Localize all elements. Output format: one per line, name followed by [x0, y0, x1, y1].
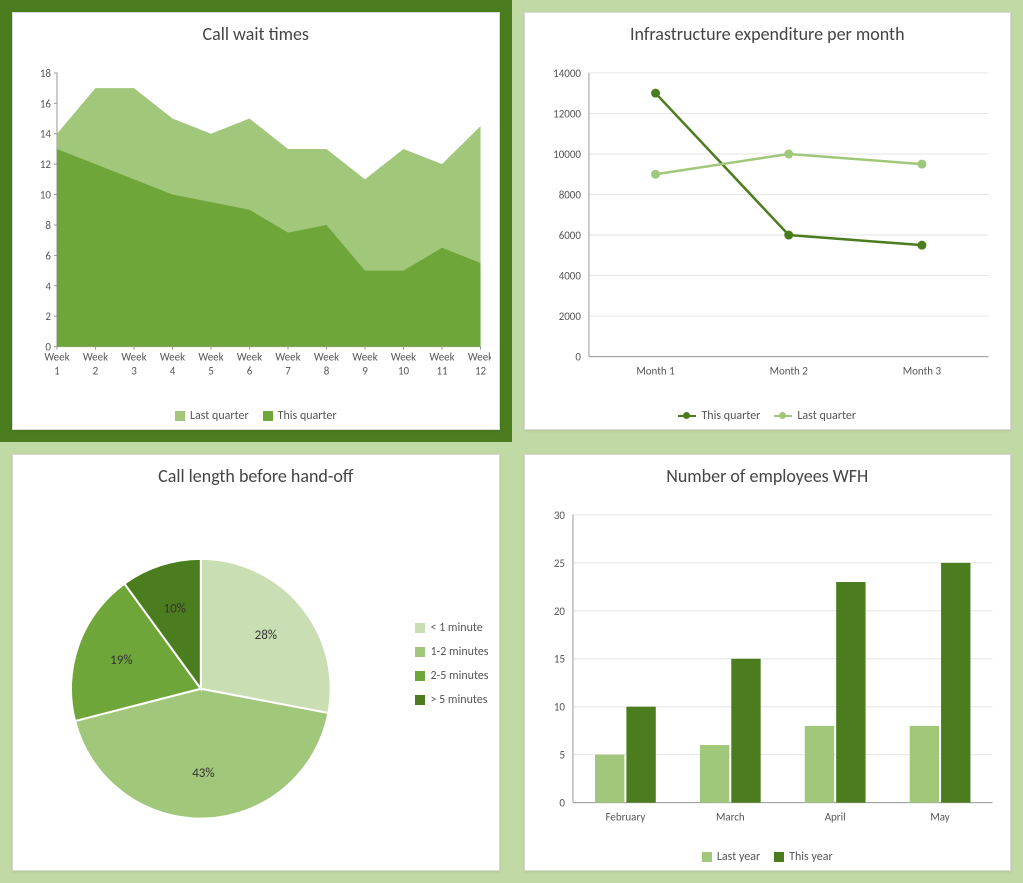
- bar-legend: Last year This year: [533, 846, 1003, 866]
- svg-text:14: 14: [40, 128, 52, 141]
- svg-text:6: 6: [45, 249, 51, 262]
- svg-text:2000: 2000: [558, 310, 581, 323]
- panel-inner: Call length before hand-off 28% 43% 19% 10%…: [12, 454, 500, 872]
- legend-item: Last quarter: [774, 409, 856, 423]
- svg-text:February: February: [605, 810, 645, 823]
- svg-text:4000: 4000: [558, 270, 581, 283]
- panel-wfh: Number of employees WFH 0 5 10 15 20 25 30 Febr…: [512, 442, 1023, 883]
- svg-text:12000: 12000: [553, 107, 581, 120]
- svg-text:Week: Week: [429, 351, 454, 364]
- svg-text:5: 5: [208, 365, 214, 378]
- chart-title: Number of employees WFH: [533, 465, 1003, 487]
- svg-text:Week: Week: [198, 351, 223, 364]
- svg-text:Week: Week: [352, 351, 377, 364]
- svg-text:3: 3: [131, 365, 137, 378]
- svg-text:Month 3: Month 3: [902, 365, 941, 378]
- svg-text:Week: Week: [275, 351, 300, 364]
- line-chart: 0 2000 4000 6000 8000 10000 12000 14000 Month 1 M…: [533, 49, 1003, 405]
- pie-chart: 28% 43% 19% 10% < 1 minute 1-2 minutes 2-5 min…: [21, 491, 491, 867]
- bar-chart: 0 5 10 15 20 25 30 February March April May: [533, 491, 1003, 847]
- svg-text:Week: Week: [83, 351, 108, 364]
- legend-item: This year: [774, 850, 833, 864]
- svg-text:16: 16: [40, 97, 52, 110]
- svg-text:43%: 43%: [192, 766, 214, 781]
- svg-text:12: 12: [475, 365, 487, 378]
- panel-call-wait: Call wait times 024681012141618Week1Week…: [0, 0, 512, 442]
- svg-text:25: 25: [553, 556, 564, 569]
- legend-item: < 1 minute: [415, 621, 488, 635]
- svg-text:18: 18: [40, 67, 52, 80]
- svg-text:2: 2: [45, 310, 51, 323]
- svg-text:6000: 6000: [558, 229, 581, 242]
- svg-text:Week: Week: [121, 351, 146, 364]
- svg-text:April: April: [824, 810, 845, 823]
- panel-call-length: Call length before hand-off 28% 43% 19% 10%…: [0, 442, 512, 883]
- svg-text:Week: Week: [391, 351, 416, 364]
- panel-inner: Infrastructure expenditure per month 0 20…: [524, 12, 1012, 430]
- svg-text:10%: 10%: [164, 601, 186, 616]
- svg-text:9: 9: [362, 365, 368, 378]
- svg-text:Month 2: Month 2: [769, 365, 808, 378]
- svg-text:14000: 14000: [553, 67, 581, 80]
- legend-item: This quarter: [678, 409, 760, 423]
- svg-text:Week: Week: [468, 351, 491, 364]
- svg-text:28%: 28%: [255, 627, 277, 642]
- svg-text:6: 6: [247, 365, 253, 378]
- area-chart: 024681012141618Week1Week2Week3Week4Week5…: [21, 49, 491, 405]
- svg-text:May: May: [930, 810, 949, 823]
- panel-infrastructure: Infrastructure expenditure per month 0 20…: [512, 0, 1023, 442]
- dashboard-grid: Call wait times 024681012141618Week1Week…: [0, 0, 1023, 883]
- svg-text:10000: 10000: [553, 148, 581, 161]
- svg-text:10: 10: [40, 189, 52, 202]
- svg-text:5: 5: [559, 748, 565, 761]
- svg-text:Week: Week: [237, 351, 262, 364]
- svg-text:2: 2: [93, 365, 99, 378]
- svg-text:19%: 19%: [110, 653, 132, 668]
- svg-text:4: 4: [170, 365, 176, 378]
- svg-text:8: 8: [45, 219, 51, 232]
- legend-item: 1-2 minutes: [415, 645, 488, 659]
- legend-item: Last year: [702, 850, 760, 864]
- svg-text:11: 11: [436, 365, 448, 378]
- svg-text:8000: 8000: [558, 188, 581, 201]
- svg-text:Month 1: Month 1: [636, 365, 675, 378]
- svg-text:4: 4: [45, 280, 51, 293]
- svg-text:10: 10: [553, 700, 565, 713]
- svg-text:15: 15: [553, 652, 564, 665]
- svg-text:0: 0: [559, 796, 565, 809]
- svg-text:10: 10: [398, 365, 410, 378]
- svg-text:8: 8: [324, 365, 330, 378]
- svg-text:Week: Week: [44, 351, 69, 364]
- legend-item: > 5 minutes: [415, 693, 488, 707]
- chart-title: Infrastructure expenditure per month: [533, 23, 1003, 45]
- panel-inner: Number of employees WFH 0 5 10 15 20 25 30 Febr…: [524, 454, 1012, 872]
- svg-text:7: 7: [285, 365, 291, 378]
- chart-title: Call wait times: [21, 23, 491, 45]
- svg-text:20: 20: [553, 604, 565, 617]
- svg-text:Week: Week: [160, 351, 185, 364]
- line-legend: This quarter Last quarter: [533, 405, 1003, 425]
- svg-text:Week: Week: [314, 351, 339, 364]
- area-legend: Last quarter This quarter: [21, 405, 491, 425]
- legend-item: 2-5 minutes: [415, 669, 488, 683]
- pie-legend: < 1 minute 1-2 minutes 2-5 minutes > 5 minu…: [415, 611, 488, 717]
- svg-text:March: March: [715, 810, 744, 823]
- legend-item: Last quarter: [175, 409, 249, 423]
- svg-text:12: 12: [40, 158, 52, 171]
- legend-item: This quarter: [263, 409, 337, 423]
- svg-text:0: 0: [575, 351, 581, 364]
- panel-inner: Call wait times 024681012141618Week1Week…: [12, 12, 500, 430]
- chart-title: Call length before hand-off: [21, 465, 491, 487]
- svg-text:30: 30: [553, 508, 565, 521]
- svg-text:1: 1: [54, 365, 60, 378]
